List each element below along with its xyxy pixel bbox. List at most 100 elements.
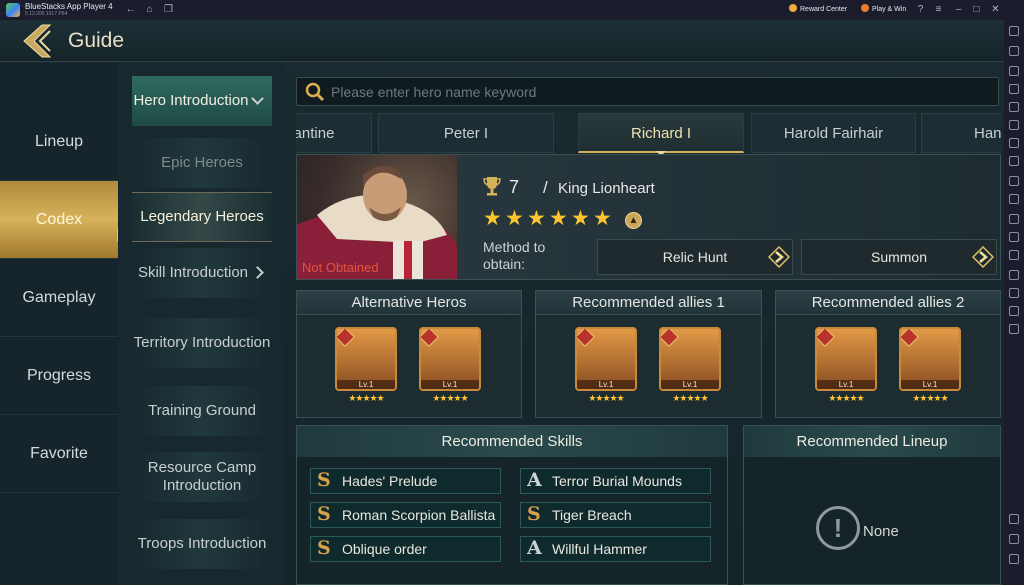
folder-icon[interactable] bbox=[1009, 214, 1019, 224]
hero-card: Not Obtained 7 / King Lionheart ★ ★ ★ ★ ★ ★ ▲… bbox=[296, 154, 1001, 280]
skill-item[interactable]: S Tiger Breach bbox=[520, 502, 711, 528]
help-icon[interactable]: ? bbox=[914, 3, 927, 16]
panel-title: Recommended allies 1 bbox=[536, 291, 761, 315]
gamepad-icon[interactable] bbox=[1009, 102, 1019, 112]
hero-avatar[interactable]: Lv.1 bbox=[899, 327, 961, 391]
back-button[interactable] bbox=[20, 23, 60, 59]
home-icon[interactable]: ⌂ bbox=[143, 3, 156, 16]
eco-mode-icon[interactable] bbox=[1009, 288, 1019, 298]
menu-icon[interactable]: ≡ bbox=[932, 3, 945, 16]
skill-item[interactable]: A Terror Burial Mounds bbox=[520, 468, 711, 494]
sub-item-resource-camp[interactable]: Resource Camp Introduction bbox=[132, 452, 272, 502]
multi-instance-icon[interactable]: ❐ bbox=[162, 3, 175, 16]
hero-avatar-level: Lv.1 bbox=[421, 380, 479, 389]
nav-item-gameplay[interactable]: Gameplay bbox=[0, 259, 118, 337]
back-arrow-icon[interactable]: ← bbox=[124, 3, 137, 16]
trophy-icon bbox=[483, 177, 501, 196]
alternative-heroes-panel: Alternative Heros Lv.1 ★★★★★ Lv.1 ★★★★★ bbox=[296, 290, 522, 418]
hero-portrait: Not Obtained bbox=[297, 155, 457, 279]
app-name: BlueStacks App Player 4 bbox=[25, 2, 113, 11]
hero-tab-han[interactable]: Han bbox=[921, 113, 1001, 153]
skill-name: Tiger Breach bbox=[552, 507, 632, 523]
keyboard-icon[interactable] bbox=[1009, 84, 1019, 94]
star-icon: ★ bbox=[505, 207, 524, 230]
record-icon[interactable] bbox=[1009, 194, 1019, 204]
star-icon: ★ bbox=[549, 207, 568, 230]
hero-avatar[interactable]: Lv.1 bbox=[659, 327, 721, 391]
nav-item-lineup[interactable]: Lineup bbox=[0, 103, 118, 181]
rank-badge-icon bbox=[337, 329, 355, 347]
skill-item[interactable]: S Roman Scorpion Ballista bbox=[310, 502, 501, 528]
sub-item-label: Skill Introduction bbox=[137, 264, 249, 281]
hero-avatar[interactable]: Lv.1 bbox=[335, 327, 397, 391]
apk-icon[interactable] bbox=[1009, 156, 1019, 166]
star-upgrade-icon[interactable]: ▲ bbox=[625, 212, 642, 229]
sub-item-troops-introduction[interactable]: Troops Introduction bbox=[132, 519, 272, 569]
search-input[interactable] bbox=[331, 82, 981, 102]
home-button-icon[interactable] bbox=[1009, 554, 1019, 564]
sync-icon[interactable] bbox=[1009, 270, 1019, 280]
hero-tab-constantine[interactable]: nstantine bbox=[296, 113, 372, 153]
more-icon[interactable] bbox=[1009, 324, 1019, 334]
skill-item[interactable]: S Hades' Prelude bbox=[310, 468, 501, 494]
location-icon[interactable] bbox=[1009, 232, 1019, 242]
hero-avatar[interactable]: Lv.1 bbox=[575, 327, 637, 391]
hero-avatar-level: Lv.1 bbox=[577, 380, 635, 389]
sub-item-hero-introduction[interactable]: Hero Introduction bbox=[132, 76, 272, 126]
macro-icon[interactable] bbox=[1009, 250, 1019, 260]
media-icon[interactable] bbox=[1009, 66, 1019, 76]
fullscreen-icon[interactable] bbox=[1009, 26, 1019, 36]
star-icon: ★ bbox=[593, 207, 612, 230]
shake-icon[interactable] bbox=[1009, 138, 1019, 148]
settings-icon[interactable] bbox=[1009, 514, 1019, 524]
hero-avatar[interactable]: Lv.1 bbox=[815, 327, 877, 391]
search-icon bbox=[305, 82, 325, 102]
nav-item-progress[interactable]: Progress bbox=[0, 337, 118, 415]
relic-hunt-button[interactable]: Relic Hunt bbox=[597, 239, 793, 275]
star-icon: ★ bbox=[527, 207, 546, 230]
panel-title: Alternative Heros bbox=[297, 291, 521, 315]
exclamation-icon: ! bbox=[816, 506, 860, 550]
minimize-icon[interactable]: – bbox=[952, 3, 965, 16]
hero-tab-peter-i[interactable]: Peter I bbox=[378, 113, 554, 153]
sub-item-epic-heroes[interactable]: Epic Heroes bbox=[132, 138, 272, 188]
guide-header: Guide bbox=[0, 20, 1004, 62]
sub-item-skill-introduction[interactable]: Skill Introduction bbox=[132, 248, 272, 298]
nav-item-codex[interactable]: Codex bbox=[0, 181, 118, 259]
hero-avatar[interactable]: Lv.1 bbox=[419, 327, 481, 391]
rank-badge-icon bbox=[577, 329, 595, 347]
play-win-button[interactable]: Play & Win bbox=[861, 3, 906, 16]
skill-item[interactable]: S Oblique order bbox=[310, 536, 501, 562]
skill-grade-a-icon: A bbox=[527, 537, 542, 559]
recommended-lineup-panel: Recommended Lineup ! None bbox=[743, 425, 1001, 585]
hero-avatar-stars: ★★★★★ bbox=[828, 393, 864, 403]
skill-item[interactable]: A Willful Hammer bbox=[520, 536, 711, 562]
summon-button[interactable]: Summon bbox=[801, 239, 997, 275]
close-icon[interactable]: ✕ bbox=[989, 3, 1002, 16]
maximize-icon[interactable]: □ bbox=[970, 3, 983, 16]
chevron-right-icon bbox=[768, 246, 790, 268]
search-bar bbox=[296, 77, 999, 106]
reward-center-label: Reward Center bbox=[800, 6, 848, 13]
summon-label: Summon bbox=[870, 249, 928, 265]
sub-item-legendary-heroes[interactable]: Legendary Heroes bbox=[132, 192, 272, 242]
panel-title: Recommended allies 2 bbox=[776, 291, 1000, 315]
screenshot-icon[interactable] bbox=[1009, 176, 1019, 186]
hero-tab-richard-i[interactable]: Richard I bbox=[578, 113, 744, 153]
hero-avatar-level: Lv.1 bbox=[661, 380, 719, 389]
game-viewport: Guide Lineup Codex Gameplay Progress Fav… bbox=[0, 20, 1004, 585]
hero-tab-harold-fairhair[interactable]: Harold Fairhair bbox=[751, 113, 916, 153]
nav-item-favorite[interactable]: Favorite bbox=[0, 415, 118, 493]
back-icon[interactable] bbox=[1009, 534, 1019, 544]
rank-badge-icon bbox=[661, 329, 679, 347]
rotate-icon[interactable] bbox=[1009, 120, 1019, 130]
window-titlebar: BlueStacks App Player 4 5.13.200.1017 P6… bbox=[0, 0, 1024, 20]
hero-avatar-stars: ★★★★★ bbox=[348, 393, 384, 403]
sub-item-training-ground[interactable]: Training Ground bbox=[132, 386, 272, 436]
reward-center-button[interactable]: Reward Center bbox=[789, 3, 847, 16]
layers-icon[interactable] bbox=[1009, 306, 1019, 316]
volume-icon[interactable] bbox=[1009, 46, 1019, 56]
sub-item-territory-introduction[interactable]: Territory Introduction bbox=[132, 318, 272, 368]
star-icon: ★ bbox=[483, 207, 502, 230]
sub-item-label: Hero Introduction bbox=[133, 92, 249, 109]
